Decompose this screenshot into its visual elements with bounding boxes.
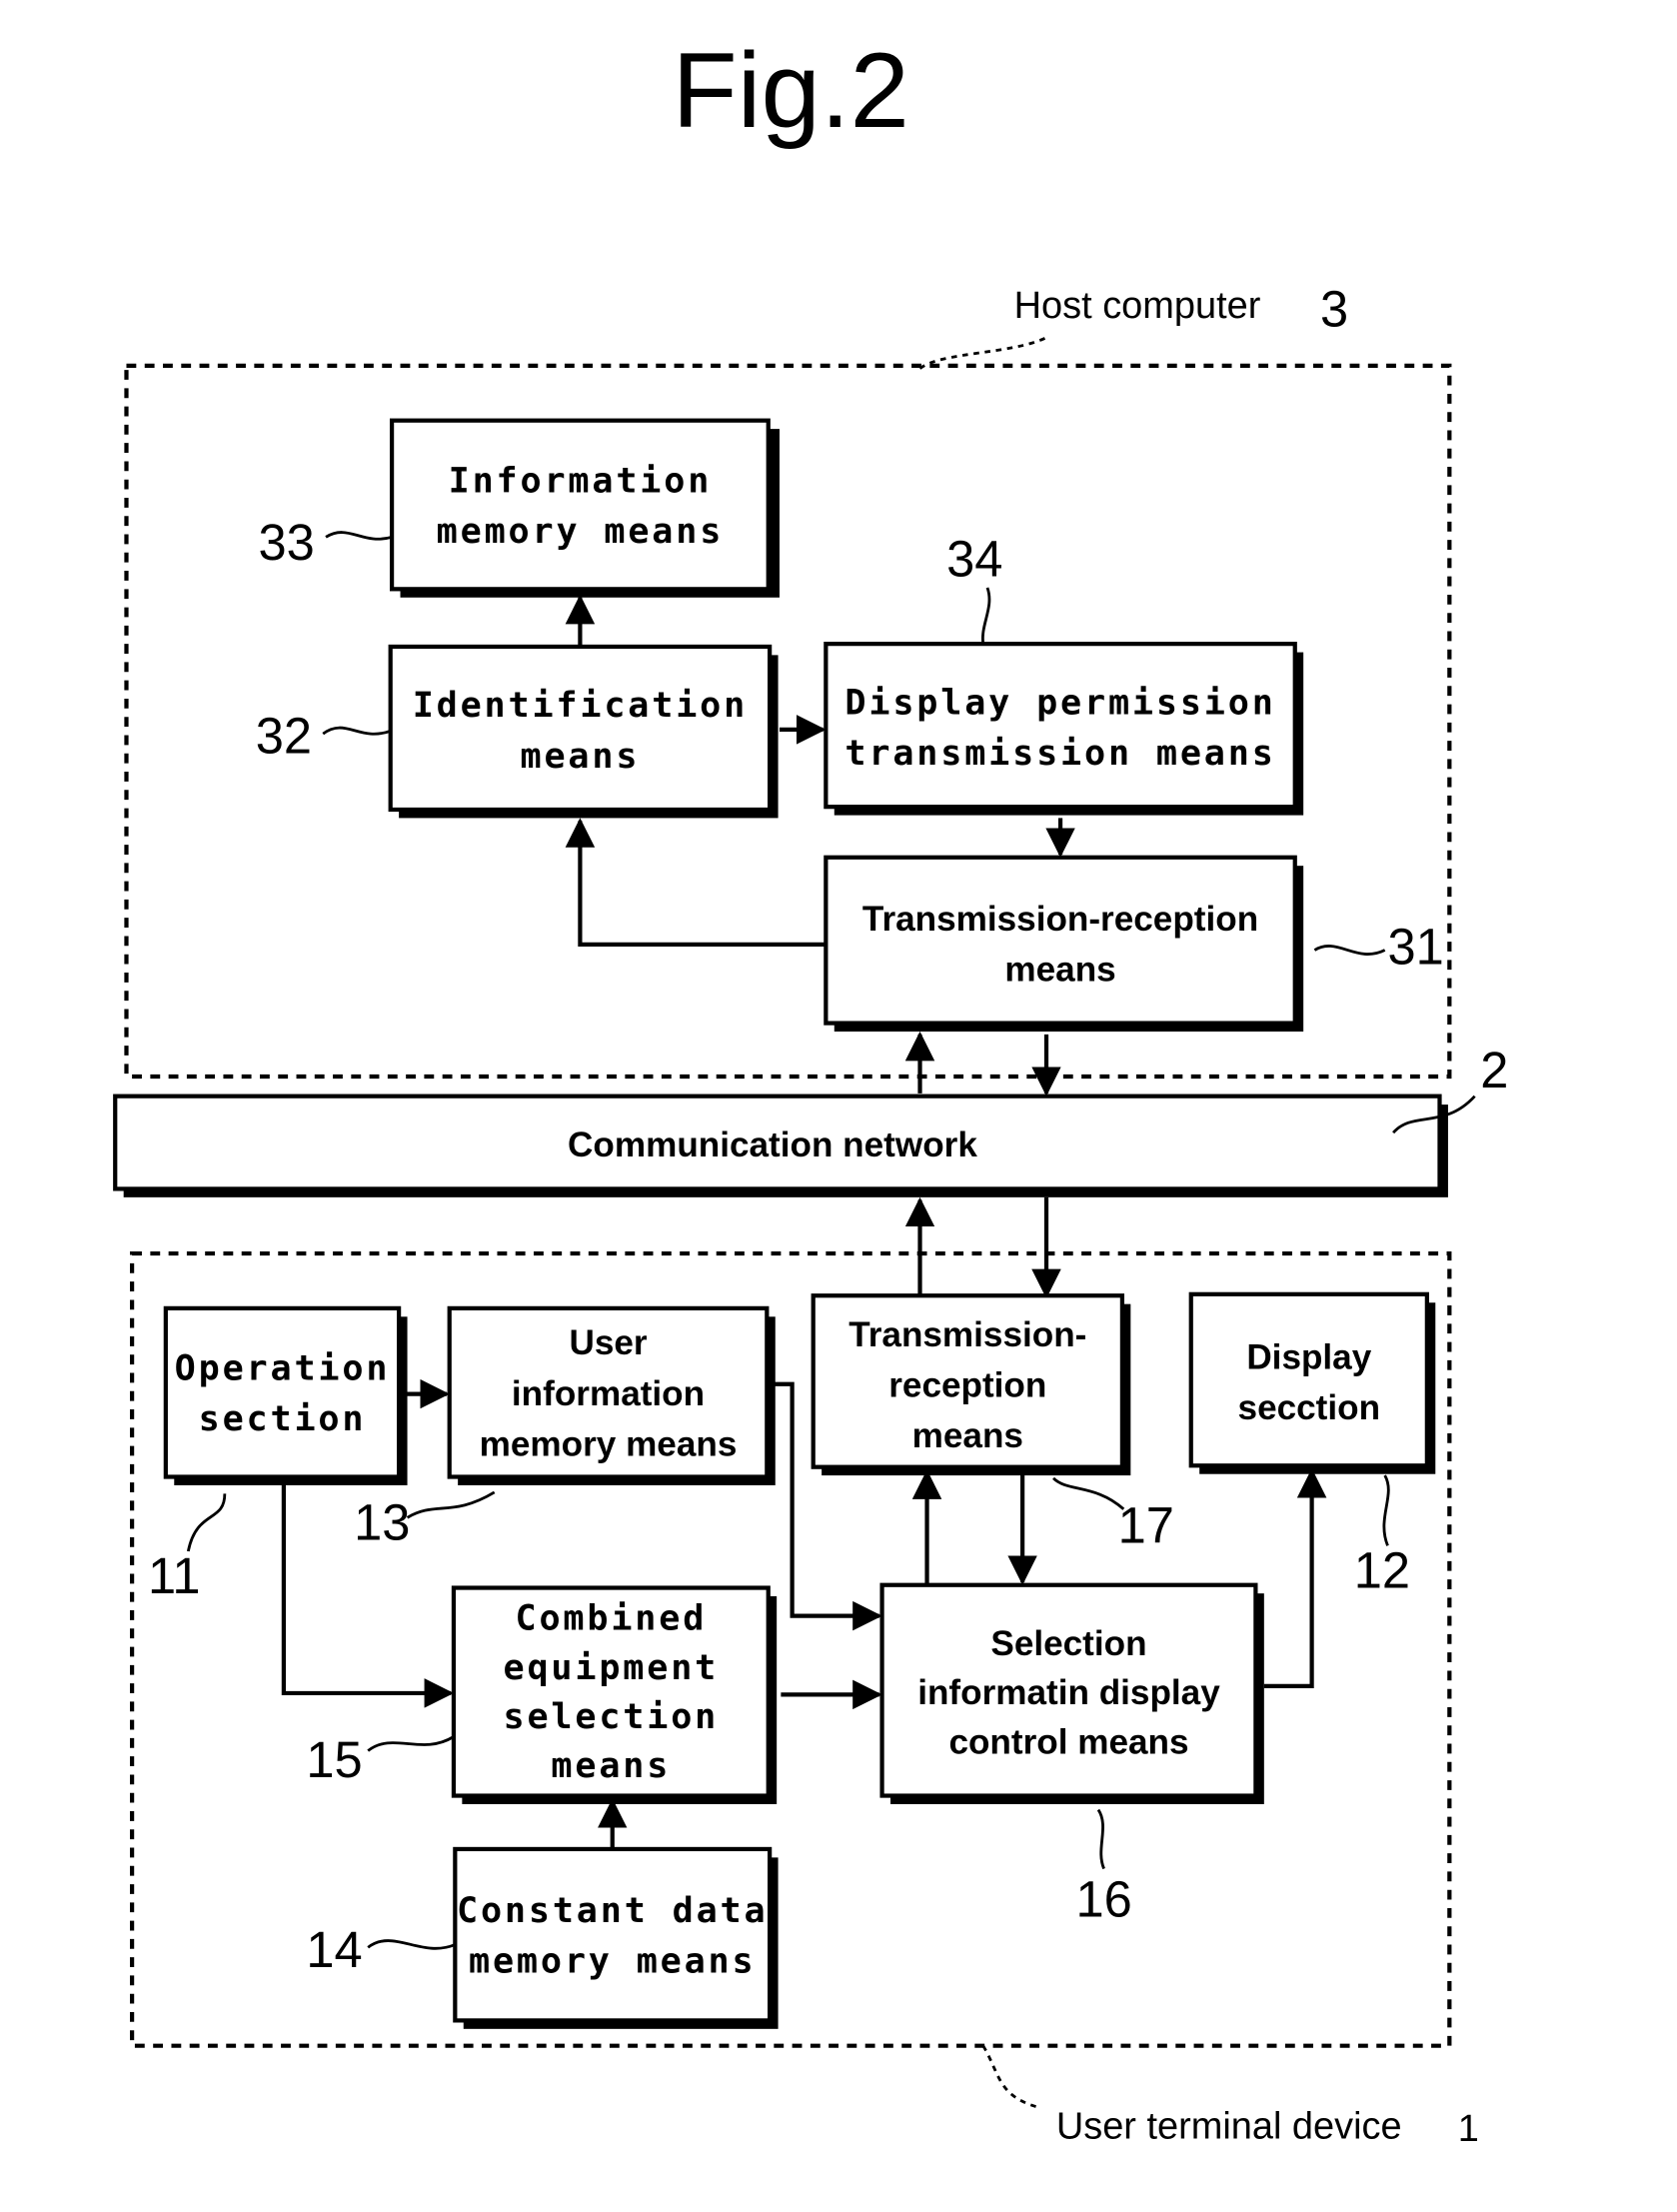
- ref-17: 17: [1118, 1497, 1174, 1554]
- block-selection-information-display-control-means: Selection informatin display control mea…: [879, 1582, 1264, 1927]
- svg-text:Display: Display: [1246, 1337, 1371, 1376]
- svg-text:memory means: memory means: [437, 511, 725, 552]
- figure-title: Fig.2: [672, 30, 908, 150]
- svg-text:means: means: [912, 1416, 1023, 1455]
- network-terminal-connections: [904, 1196, 1061, 1299]
- svg-text:memory means: memory means: [480, 1424, 738, 1463]
- svg-text:section: section: [199, 1398, 367, 1439]
- svg-text:means: means: [1004, 950, 1115, 989]
- svg-text:transmission means: transmission means: [844, 733, 1275, 774]
- host-computer-ref: 3: [1320, 281, 1348, 338]
- block-constant-data-memory-means: Constant data memory means 14: [306, 1846, 779, 2029]
- svg-text:memory means: memory means: [469, 1941, 757, 1982]
- svg-text:means: means: [551, 1745, 671, 1786]
- ref-12: 12: [1354, 1542, 1410, 1599]
- svg-text:User: User: [569, 1323, 647, 1362]
- ref-14: 14: [306, 1921, 362, 1978]
- svg-text:Operation: Operation: [175, 1348, 391, 1389]
- svg-text:information: information: [512, 1374, 705, 1413]
- svg-text:Information: Information: [449, 460, 713, 501]
- ref-33: 33: [259, 514, 315, 571]
- ref-34: 34: [946, 531, 1002, 588]
- svg-text:Selection: Selection: [990, 1624, 1146, 1663]
- svg-text:means: means: [521, 736, 641, 777]
- svg-text:Transmission-reception: Transmission-reception: [862, 900, 1258, 939]
- svg-text:equipment: equipment: [504, 1647, 720, 1688]
- block-display-permission-transmission-means: Display permission transmission means 34: [824, 531, 1304, 816]
- svg-text:informatin display: informatin display: [917, 1673, 1220, 1712]
- block-diagram: Fig.2 Host computer 3 Information memory…: [113, 30, 1508, 2150]
- block-user-information-memory-means: User information memory means 13: [354, 1305, 776, 1551]
- ref-2: 2: [1480, 1042, 1508, 1099]
- svg-text:secction: secction: [1238, 1388, 1381, 1427]
- svg-text:Combined: Combined: [515, 1598, 707, 1639]
- svg-text:Constant data: Constant data: [457, 1890, 768, 1931]
- ref-32: 32: [256, 708, 312, 765]
- block-operation-section: Operation section 11: [148, 1305, 408, 1604]
- block-combined-equipment-selection-means: Combined equipment selection means 15: [306, 1585, 778, 1804]
- svg-text:selection: selection: [504, 1696, 720, 1737]
- ref-13: 13: [354, 1494, 410, 1551]
- svg-text:Transmission-: Transmission-: [848, 1315, 1086, 1354]
- svg-text:Identification: Identification: [413, 685, 748, 726]
- svg-text:control means: control means: [948, 1722, 1188, 1761]
- user-terminal-label: User terminal device: [1056, 2105, 1402, 2147]
- block-information-memory-means: Information memory means 33: [259, 418, 780, 598]
- svg-text:Display permission: Display permission: [844, 682, 1275, 723]
- svg-text:reception: reception: [888, 1365, 1046, 1404]
- block-identification-means: Identification means 32: [256, 644, 779, 819]
- block-transmission-reception-means-host: Transmission-reception means 31: [824, 855, 1444, 1033]
- ref-15: 15: [306, 1731, 362, 1788]
- ref-31: 31: [1387, 919, 1443, 976]
- block-transmission-reception-means-terminal: Transmission- reception means 17: [811, 1293, 1174, 1554]
- ref-16: 16: [1075, 1870, 1131, 1927]
- user-terminal-ref: 1: [1458, 2108, 1479, 2150]
- host-computer-label: Host computer: [1014, 285, 1261, 327]
- communication-network: Communication network 2: [113, 1042, 1508, 1197]
- network-label: Communication network: [568, 1125, 977, 1164]
- ref-11: 11: [148, 1547, 201, 1604]
